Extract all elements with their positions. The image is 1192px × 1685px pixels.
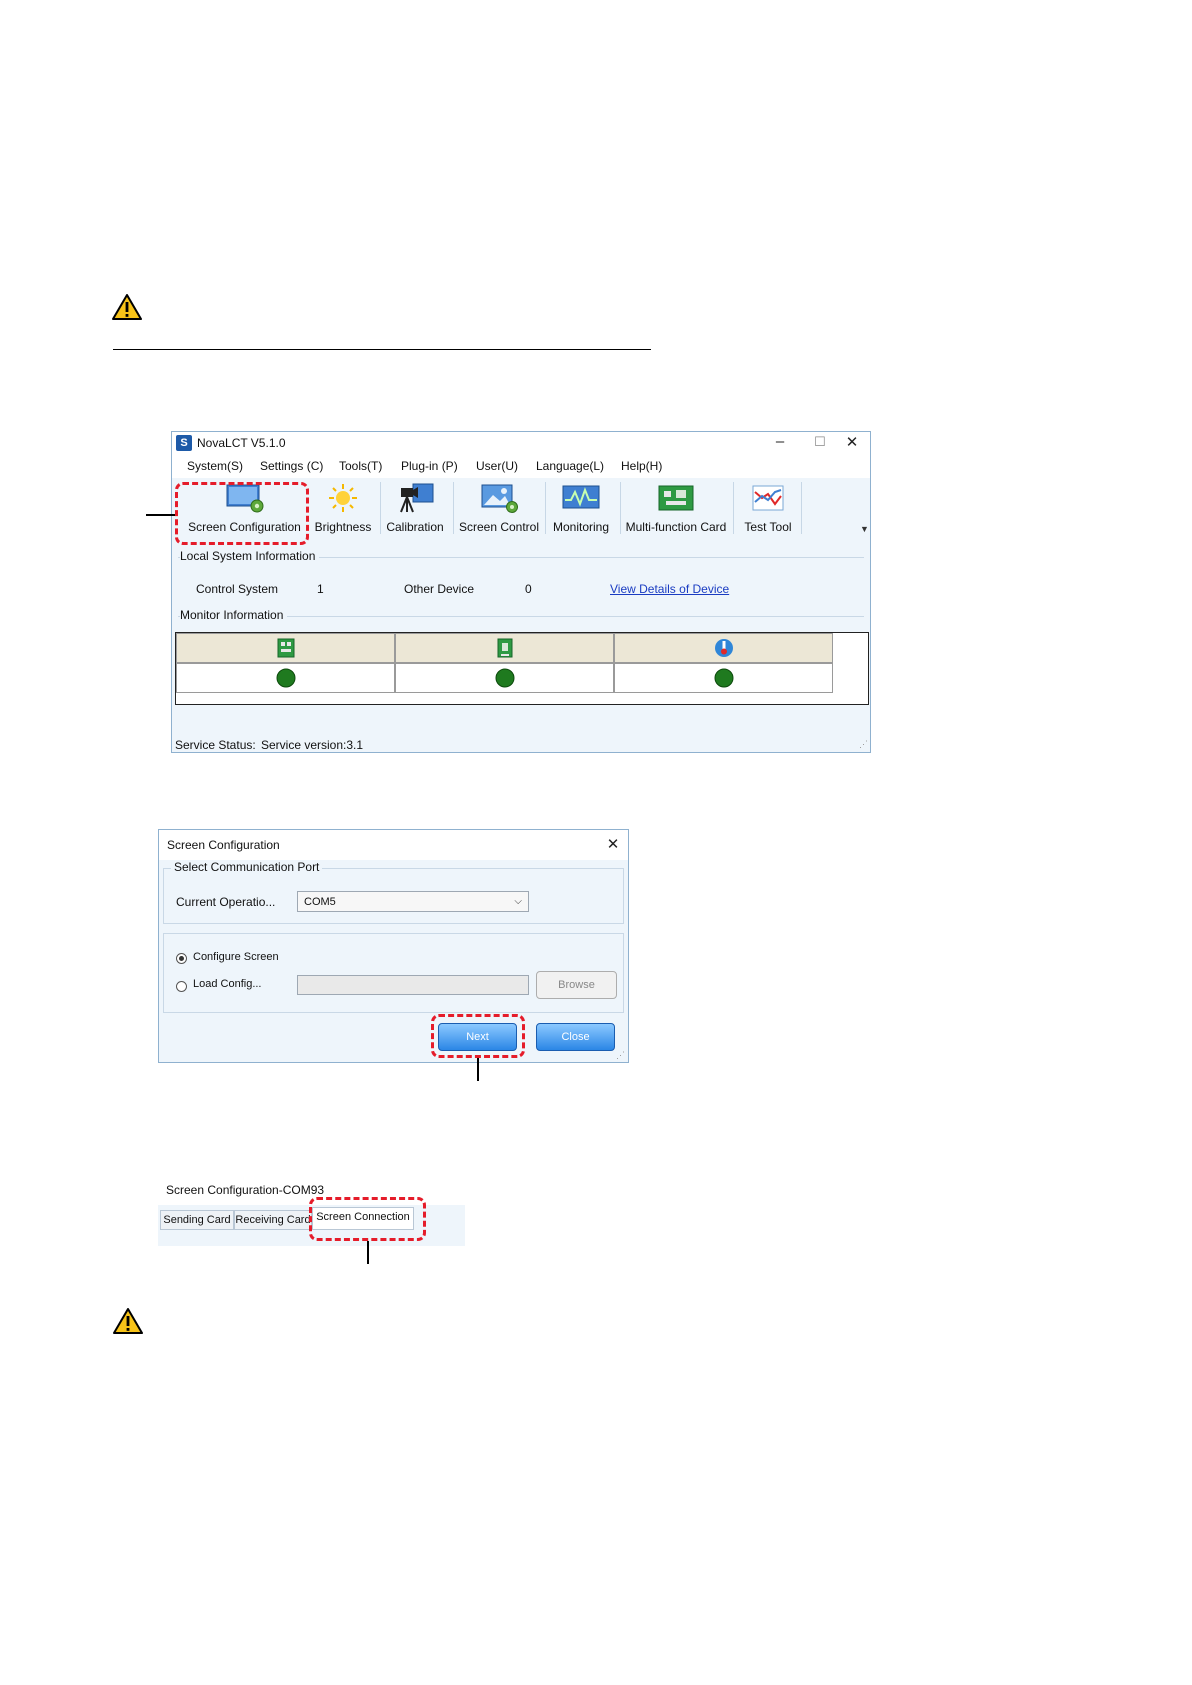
control-system-value: 1 bbox=[317, 582, 324, 596]
tool-label: Calibration bbox=[386, 520, 444, 534]
tool-label: Multi-function Card bbox=[625, 520, 727, 534]
configure-screen-radio[interactable] bbox=[176, 953, 187, 964]
section-caption: Monitor Information bbox=[180, 608, 288, 622]
local-system-info-section: Local System Information bbox=[178, 549, 864, 563]
separator-line bbox=[113, 349, 651, 350]
tool-label: Monitoring bbox=[552, 520, 610, 534]
highlight-screen-configuration bbox=[175, 482, 309, 545]
port-group-caption: Select Communication Port bbox=[171, 860, 323, 874]
menu-system[interactable]: System(S) bbox=[187, 459, 243, 473]
multi-function-card-button[interactable]: Multi-function Card bbox=[623, 478, 729, 538]
resize-grip-icon[interactable]: ⋰ bbox=[616, 1050, 625, 1061]
brightness-button[interactable]: Brightness bbox=[311, 478, 375, 538]
dialog-title: Screen Configuration bbox=[167, 838, 280, 852]
toolbar-separator bbox=[620, 482, 621, 534]
highlight-next-button bbox=[431, 1014, 525, 1058]
tab-receiving-card[interactable]: Receiving Card bbox=[234, 1210, 312, 1230]
configure-screen-label: Configure Screen bbox=[193, 951, 279, 963]
window-title: NovaLCT V5.1.0 bbox=[197, 436, 286, 450]
sun-icon bbox=[329, 484, 357, 512]
menu-tools[interactable]: Tools(T) bbox=[339, 459, 382, 473]
control-system-label: Control System bbox=[196, 582, 279, 596]
title-bar: S NovaLCT V5.1.0 – ☐ ✕ bbox=[172, 432, 870, 454]
menu-plugin[interactable]: Plug-in (P) bbox=[401, 459, 458, 473]
callout-line bbox=[146, 514, 175, 516]
screen-configuration-dialog: Screen Configuration ✕ Select Communicat… bbox=[158, 829, 629, 1063]
other-device-value: 0 bbox=[525, 582, 532, 596]
screen-control-button[interactable]: Screen Control bbox=[456, 478, 542, 538]
view-details-link[interactable]: View Details of Device bbox=[610, 582, 729, 596]
monitor-status-cell bbox=[176, 663, 395, 693]
dialog-close-icon[interactable]: ✕ bbox=[598, 835, 628, 853]
monitoring-button[interactable]: Monitoring bbox=[548, 478, 614, 538]
warning-icon bbox=[113, 1308, 143, 1334]
monitor-header-cell bbox=[614, 633, 833, 663]
toolbar-separator bbox=[733, 482, 734, 534]
maximize-button[interactable]: ☐ bbox=[805, 434, 835, 450]
monitoring-icon bbox=[562, 485, 600, 509]
other-device-label: Other Device bbox=[404, 582, 475, 596]
tool-label: Screen Control bbox=[458, 520, 540, 534]
minimize-button[interactable]: – bbox=[765, 433, 795, 450]
chevron-down-icon: ⌵ bbox=[514, 896, 522, 907]
monitor-table bbox=[175, 632, 869, 705]
receiving-card-icon bbox=[497, 638, 512, 658]
novalct-window: S NovaLCT V5.1.0 – ☐ ✕ System(S) Setting… bbox=[171, 431, 871, 753]
toolbar-separator bbox=[380, 482, 381, 534]
screen-control-icon bbox=[481, 484, 518, 513]
section-caption: Local System Information bbox=[180, 549, 320, 563]
current-operation-label: Current Operatio... bbox=[176, 895, 276, 909]
sending-card-icon bbox=[277, 638, 294, 658]
temperature-icon bbox=[714, 639, 733, 657]
close-dialog-button[interactable]: Close bbox=[536, 1023, 615, 1051]
menu-language[interactable]: Language(L) bbox=[536, 459, 604, 473]
calibration-button[interactable]: Calibration bbox=[383, 478, 447, 538]
warning-icon bbox=[112, 294, 142, 320]
status-ok-indicator bbox=[495, 668, 514, 688]
monitor-header-cell bbox=[176, 633, 395, 663]
status-ok-indicator bbox=[714, 668, 733, 688]
load-config-radio[interactable] bbox=[176, 981, 187, 992]
monitor-header-cell bbox=[395, 633, 614, 663]
tool-label: Test Tool bbox=[744, 520, 792, 534]
monitor-status-cell bbox=[614, 663, 833, 693]
tab-sending-card[interactable]: Sending Card bbox=[160, 1210, 234, 1230]
load-config-label: Load Config... bbox=[193, 978, 262, 990]
test-tool-icon bbox=[752, 485, 784, 511]
menu-bar: System(S) Settings (C) Tools(T) Plug-in … bbox=[172, 454, 870, 478]
tool-label: Brightness bbox=[314, 520, 372, 534]
browse-button[interactable]: Browse bbox=[536, 971, 617, 999]
highlight-screen-connection-tab bbox=[309, 1197, 426, 1241]
app-logo-icon: S bbox=[176, 435, 192, 451]
config-file-path-input[interactable] bbox=[297, 975, 529, 995]
callout-line bbox=[367, 1241, 369, 1264]
toolbar-separator bbox=[453, 482, 454, 534]
toolbar-overflow-icon[interactable]: ▼ bbox=[860, 524, 869, 534]
resize-grip-icon[interactable]: ⋰ bbox=[859, 739, 868, 750]
menu-help[interactable]: Help(H) bbox=[621, 459, 662, 473]
test-tool-button[interactable]: Test Tool bbox=[736, 478, 800, 538]
callout-line bbox=[477, 1058, 479, 1081]
toolbar-separator bbox=[801, 482, 802, 534]
port-select-value: COM5 bbox=[304, 896, 336, 908]
close-button[interactable]: ✕ bbox=[837, 433, 867, 451]
circuit-board-icon bbox=[658, 485, 694, 511]
menu-settings[interactable]: Settings (C) bbox=[260, 459, 323, 473]
menu-user[interactable]: User(U) bbox=[476, 459, 518, 473]
dialog-title-bar: Screen Configuration ✕ bbox=[159, 830, 628, 860]
monitor-info-section: Monitor Information bbox=[178, 608, 864, 622]
monitor-status-cell bbox=[395, 663, 614, 693]
service-version-value: Service version:3.1 bbox=[261, 738, 364, 752]
port-select[interactable]: COM5 ⌵ bbox=[297, 891, 529, 912]
window-title: Screen Configuration-COM93 bbox=[166, 1183, 325, 1197]
status-ok-indicator bbox=[276, 668, 295, 688]
camera-icon bbox=[400, 483, 434, 513]
toolbar-separator bbox=[545, 482, 546, 534]
service-status-label: Service Status: bbox=[175, 738, 256, 752]
